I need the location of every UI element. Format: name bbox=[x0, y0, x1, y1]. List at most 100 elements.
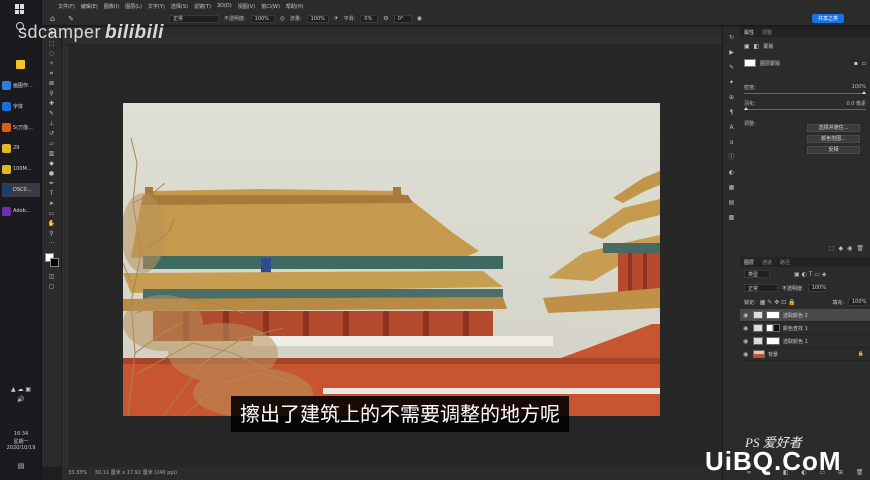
add-vector-mask-icon[interactable]: ▪ bbox=[854, 60, 858, 67]
path-select-icon[interactable]: ➤ bbox=[47, 200, 57, 207]
notification-icon[interactable]: ▤ bbox=[2, 462, 40, 470]
clone-source-icon[interactable]: ⊕ bbox=[727, 94, 737, 102]
menu-item[interactable]: 编辑(E) bbox=[81, 3, 98, 10]
menu-item[interactable]: 窗口(W) bbox=[261, 3, 280, 10]
eye-icon[interactable]: ◉ bbox=[743, 325, 750, 332]
canvas-photo[interactable] bbox=[123, 103, 660, 416]
screen-mode-icon[interactable]: ▢ bbox=[47, 283, 57, 290]
brushes-icon[interactable]: ✦ bbox=[727, 79, 737, 87]
adjustment-thumbnail[interactable] bbox=[753, 324, 763, 332]
opacity-field[interactable]: 100% bbox=[250, 14, 275, 23]
info-icon[interactable]: ⓘ bbox=[727, 154, 737, 162]
lock-icon[interactable]: 🔒 bbox=[858, 351, 864, 357]
actions-icon[interactable]: ▶ bbox=[727, 49, 737, 57]
paragraph-icon[interactable]: ¶ bbox=[727, 109, 737, 117]
frame-tool-icon[interactable]: ⊠ bbox=[47, 80, 57, 87]
more-tools-icon[interactable]: ··· bbox=[47, 240, 57, 247]
swatches-icon[interactable]: ▦ bbox=[727, 184, 737, 192]
eye-icon[interactable]: ◉ bbox=[743, 312, 750, 319]
patterns-icon[interactable]: ▩ bbox=[727, 214, 737, 222]
airbrush-icon[interactable]: ✈ bbox=[334, 15, 339, 22]
zoom-tool-icon[interactable]: ⚲ bbox=[47, 230, 57, 237]
taskbar-app[interactable]: Adob... bbox=[2, 204, 40, 218]
brush-tool-icon[interactable]: ✎ bbox=[47, 110, 57, 117]
layer-mask-thumbnail[interactable] bbox=[766, 324, 780, 332]
layer-filter-select[interactable]: 类型 bbox=[744, 270, 770, 278]
taskbar-app[interactable]: 画图作... bbox=[2, 78, 40, 92]
quick-mask-icon[interactable]: ◫ bbox=[47, 273, 57, 280]
layer-row[interactable]: ◉ 选取颜色 1 bbox=[740, 335, 870, 348]
mask-thumbnail[interactable] bbox=[744, 59, 756, 67]
layer-name[interactable]: 选取颜色 1 bbox=[783, 338, 808, 345]
select-and-mask-button[interactable]: 选择并遮住... bbox=[807, 124, 860, 132]
density-value[interactable]: 100% bbox=[852, 84, 866, 91]
flow-field[interactable]: 100% bbox=[306, 14, 329, 23]
document-info[interactable]: 30.11 厘米 x 17.92 厘米 (240 ppi) bbox=[95, 470, 177, 476]
taskbar-app[interactable]: 29 bbox=[2, 141, 40, 155]
delete-mask-icon[interactable]: 🗑 bbox=[856, 245, 864, 252]
fill-field[interactable]: 100% bbox=[848, 298, 866, 306]
feather-value[interactable]: 0.0 像素 bbox=[846, 100, 866, 107]
blur-tool-icon[interactable]: ◆ bbox=[47, 160, 57, 167]
delete-layer-icon[interactable]: 🗑 bbox=[856, 469, 864, 476]
tray-icons[interactable]: ▲ ☁ ▣ bbox=[2, 386, 40, 393]
add-pixel-mask-icon[interactable]: ▫ bbox=[862, 60, 866, 67]
foreground-background-colors[interactable] bbox=[44, 253, 59, 267]
tab-properties[interactable]: 属性 bbox=[744, 29, 754, 36]
shape-tool-icon[interactable]: ▭ bbox=[47, 210, 57, 217]
pressure-opacity-icon[interactable]: ◎ bbox=[280, 15, 285, 22]
smooth-field[interactable]: 0% bbox=[360, 14, 379, 23]
mode-select[interactable]: 正常 bbox=[168, 14, 219, 23]
layer-opacity-field[interactable]: 100% bbox=[807, 284, 826, 292]
clock-time[interactable]: 16:34 bbox=[2, 431, 40, 437]
layer-row[interactable]: ◉ 颜色查找 1 bbox=[740, 322, 870, 335]
menu-item[interactable]: 文字(Y) bbox=[148, 3, 165, 10]
healing-tool-icon[interactable]: ✚ bbox=[47, 100, 57, 107]
history-brush-icon[interactable]: ↺ bbox=[47, 130, 57, 137]
layer-thumbnail[interactable] bbox=[753, 350, 765, 358]
layer-row[interactable]: ◉ 背景 🔒 bbox=[740, 348, 870, 361]
taskbar-app[interactable]: 100M... bbox=[2, 162, 40, 176]
vector-mask-icon[interactable]: ◧ bbox=[754, 43, 760, 50]
color-icon[interactable]: ◐ bbox=[727, 169, 737, 177]
adjustment-thumbnail[interactable] bbox=[753, 337, 763, 345]
tray-volume-icon[interactable]: 🔊 bbox=[2, 396, 40, 403]
menu-item[interactable]: 3D(D) bbox=[217, 3, 232, 9]
brush-settings-icon[interactable]: ✎ bbox=[727, 64, 737, 72]
quick-select-tool-icon[interactable]: ✧ bbox=[47, 60, 57, 67]
pressure-size-icon[interactable]: ◉ bbox=[417, 15, 422, 22]
share-button[interactable]: 共享之类 bbox=[811, 14, 844, 23]
eye-icon[interactable]: ◉ bbox=[743, 338, 750, 345]
color-range-button[interactable]: 颜色范围... bbox=[807, 135, 860, 143]
load-selection-icon[interactable]: ⬚ bbox=[829, 245, 835, 252]
character-icon[interactable]: A bbox=[727, 124, 737, 132]
tab-layers[interactable]: 图层 bbox=[744, 259, 754, 266]
lasso-tool-icon[interactable]: ◌ bbox=[47, 50, 57, 57]
layer-name[interactable]: 背景 bbox=[768, 351, 778, 358]
smooth-settings-icon[interactable]: ⚙ bbox=[383, 15, 388, 22]
tab-channels[interactable]: 通道 bbox=[762, 259, 772, 266]
gradients-icon[interactable]: ▤ bbox=[727, 199, 737, 207]
menu-item[interactable]: 视图(V) bbox=[238, 3, 255, 10]
stamp-tool-icon[interactable]: ⊥ bbox=[47, 120, 57, 127]
tab-adjustments[interactable]: 调整 bbox=[762, 29, 772, 36]
menu-item[interactable]: 图层(L) bbox=[125, 3, 142, 10]
visibility-icon[interactable]: ◉ bbox=[847, 245, 852, 252]
hand-tool-icon[interactable]: ✋ bbox=[47, 220, 57, 227]
dodge-tool-icon[interactable]: ● bbox=[47, 170, 57, 177]
gradient-tool-icon[interactable]: ▥ bbox=[47, 150, 57, 157]
layer-mask-thumbnail[interactable] bbox=[766, 311, 780, 319]
layer-name[interactable]: 颜色查找 1 bbox=[783, 325, 808, 332]
menu-item[interactable]: 滤镜(T) bbox=[194, 3, 211, 10]
layer-mask-thumbnail[interactable] bbox=[766, 337, 780, 345]
density-slider[interactable] bbox=[744, 91, 866, 94]
blend-mode-select[interactable]: 正常 bbox=[744, 284, 778, 292]
tab-paths[interactable]: 路径 bbox=[780, 259, 790, 266]
adjustment-thumbnail[interactable] bbox=[753, 311, 763, 319]
menu-item[interactable]: 文件(F) bbox=[58, 3, 75, 10]
type-tool-icon[interactable]: T bbox=[47, 190, 57, 197]
taskbar-app[interactable]: 5(万能... bbox=[2, 120, 40, 134]
invert-button[interactable]: 反相 bbox=[807, 146, 860, 154]
layer-row[interactable]: ◉ 选取颜色 2 bbox=[740, 309, 870, 322]
menu-item[interactable]: 选择(S) bbox=[171, 3, 188, 10]
